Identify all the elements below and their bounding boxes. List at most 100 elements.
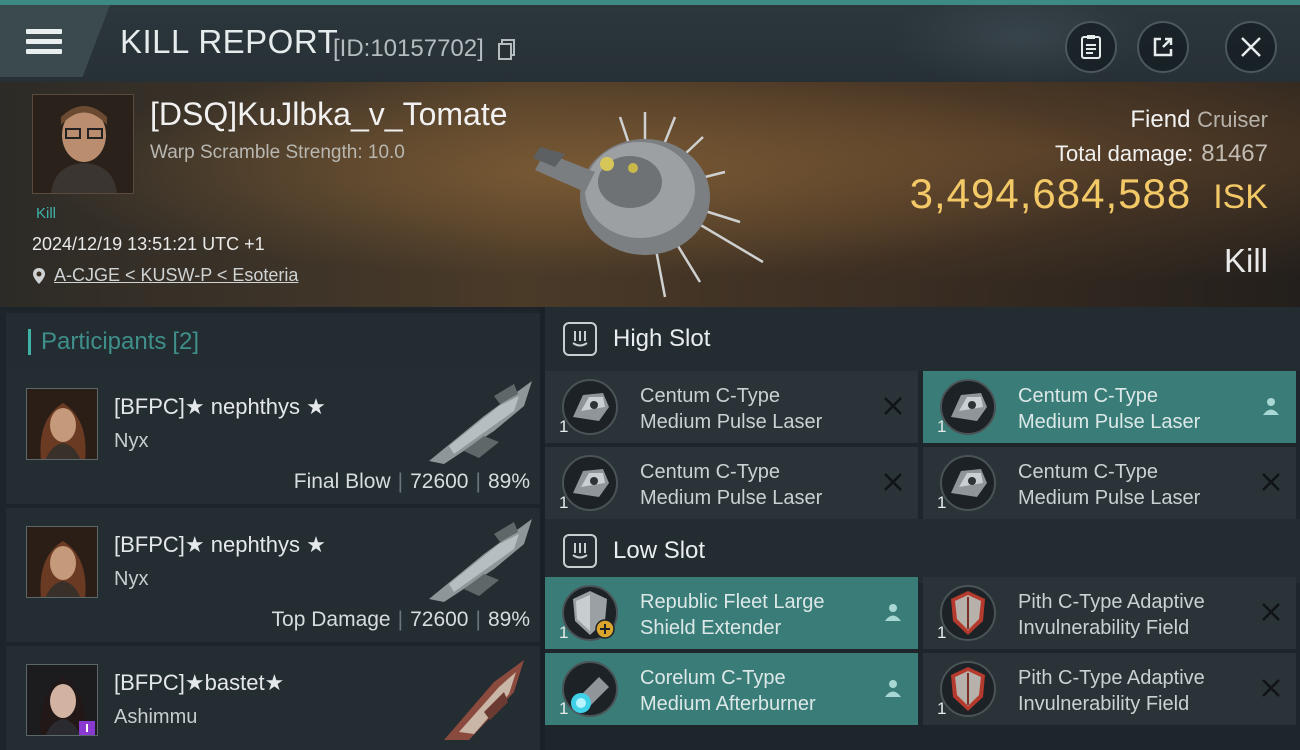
module-name: Corelum C-Type Medium Afterburner [640,665,816,717]
participant-ship-image[interactable] [424,514,536,604]
warp-scramble-strength: Warp Scramble Strength: 10.0 [150,142,405,163]
module-item[interactable]: 1 Centum C-Type Medium Pulse Laser [545,371,918,443]
clipboard-button[interactable] [1065,21,1117,73]
person-icon [885,680,901,697]
module-name: Centum C-Type Medium Pulse Laser [640,459,822,511]
module-name-line1: Centum C-Type [640,461,781,483]
module-quantity: 1 [937,493,947,512]
module-name-line1: Centum C-Type [1018,385,1159,407]
high-slot-icon [563,322,597,356]
participants-header: Participants [2] [6,313,540,370]
module-item[interactable]: 1 Centum C-Type Medium Pulse Laser [923,447,1296,519]
module-quantity: 1 [937,623,947,642]
module-item[interactable]: 1 Pith C-Type Adaptive Invulnerability F… [923,577,1296,649]
module-name-line2: Shield Extender [640,617,782,639]
module-item[interactable]: 1 Centum C-Type Medium Pulse Laser [545,447,918,519]
participant-avatar[interactable] [26,388,98,460]
participant-row[interactable]: [BFPC]★bastet★ Ashimmu [6,646,540,750]
stat-separator: | [475,470,481,493]
module-name-line2: Medium Pulse Laser [1018,487,1201,509]
participant-ship-image[interactable] [424,376,536,466]
module-name-line1: Pith C-Type Adaptive [1018,591,1205,613]
module-name: Pith C-Type Adaptive Invulnerability Fie… [1018,589,1205,641]
participant-ship: Nyx [114,430,149,452]
victim-ship-image[interactable] [525,92,765,302]
close-icon [1241,37,1261,57]
person-icon [885,604,901,621]
header-bar: KILL REPORT [ID:10157702] [0,0,1300,87]
module-quantity: 1 [559,699,569,718]
close-button[interactable] [1225,21,1277,73]
module-name: Pith C-Type Adaptive Invulnerability Fie… [1018,665,1205,717]
avatar [27,665,97,735]
avatar [33,95,133,193]
participant-name[interactable]: [BFPC]★bastet★ [114,670,284,696]
module-quantity: 1 [559,493,569,512]
participant-ship: Nyx [114,568,149,590]
menu-icon [26,24,62,59]
share-button[interactable] [1137,21,1189,73]
kill-result-label: Kill [1223,242,1268,279]
participant-row[interactable]: [BFPC]★ nephthys ★ Nyx Top Damage | 7260… [6,508,540,642]
module-name-line1: Centum C-Type [1018,461,1159,483]
victim-portrait[interactable] [32,94,134,194]
module-name-line2: Medium Pulse Laser [1018,411,1201,433]
participant-role: Top Damage [271,608,391,631]
participant-name[interactable]: [BFPC]★ nephthys ★ [114,394,326,420]
module-name-line2: Medium Pulse Laser [640,411,823,433]
participant-damage: 72600 [410,470,469,493]
module-quantity: 1 [559,623,569,642]
participant-percent: 89% [487,608,530,631]
high-slot-title: High Slot [613,325,711,352]
module-name: Centum C-Type Medium Pulse Laser [1018,383,1200,435]
module-item[interactable]: 1 Pith C-Type Adaptive Invulnerability F… [923,653,1296,725]
module-name-line2: Invulnerability Field [1018,693,1190,715]
module-quantity: 1 [937,417,947,436]
participant-percent: 89% [487,470,530,493]
module-name: Centum C-Type Medium Pulse Laser [640,383,822,435]
destroyed-x-icon [884,397,902,415]
avatar [27,389,97,459]
copy-icon[interactable] [498,39,516,61]
stat-separator: | [397,470,404,493]
menu-button[interactable] [0,5,110,77]
clipboard-icon [1081,35,1101,59]
participant-row[interactable]: [BFPC]★ nephthys ★ Nyx Final Blow | 7260… [6,370,540,504]
kill-id: [ID:10157702] [333,35,484,62]
destroyed-x-icon [1262,473,1280,491]
kill-tag: Kill [36,205,57,222]
participant-ship: Ashimmu [114,706,198,728]
module-name-line2: Medium Afterburner [640,693,816,715]
victim-ship-name[interactable]: Fiend [1130,106,1190,133]
person-icon [1263,398,1279,415]
module-item[interactable]: 1 Centum C-Type Medium Pulse Laser [923,371,1296,443]
module-name: Republic Fleet Large Shield Extender [640,589,825,641]
kill-timestamp: 2024/12/19 13:51:21 UTC +1 [32,234,265,254]
participant-role: Final Blow [293,470,391,493]
avatar [27,527,97,597]
participant-stats: Top Damage | 72600 | 89% [272,608,530,632]
low-slot-title: Low Slot [613,537,706,564]
participant-damage: 72600 [410,608,469,631]
participant-name[interactable]: [BFPC]★ nephthys ★ [114,532,326,558]
module-name: Centum C-Type Medium Pulse Laser [1018,459,1200,511]
participants-panel: Participants [2] [BFPC]★ nephthys ★ Nyx … [0,307,540,750]
module-item[interactable]: 1 Corelum C-Type Medium Afterburner [545,653,918,725]
kill-location[interactable]: A-CJGE < KUSW-P < Esoteria [32,265,298,286]
stat-separator: | [397,608,404,631]
participant-avatar[interactable] [26,526,98,598]
low-slot-header: Low Slot [545,519,1300,583]
participants-count: [2] [172,327,200,355]
module-name-line1: Centum C-Type [640,385,781,407]
total-damage-value: 81467 [1201,140,1268,167]
victim-name[interactable]: [DSQ]KuJlbka_v_Tomate [150,96,508,133]
low-slot-icon [563,534,597,568]
participant-avatar[interactable] [26,664,98,736]
victim-ship-line: Fiend Cruiser [1130,106,1268,134]
module-name-line1: Pith C-Type Adaptive [1018,667,1205,689]
module-item[interactable]: 1 Republic Fleet Large Shield Extender [545,577,918,649]
module-name-line1: Republic Fleet Large [640,591,825,613]
participant-ship-image[interactable] [424,652,536,742]
location-link[interactable]: A-CJGE < KUSW-P < Esoteria [54,265,298,286]
high-slot-header: High Slot [545,307,1300,371]
